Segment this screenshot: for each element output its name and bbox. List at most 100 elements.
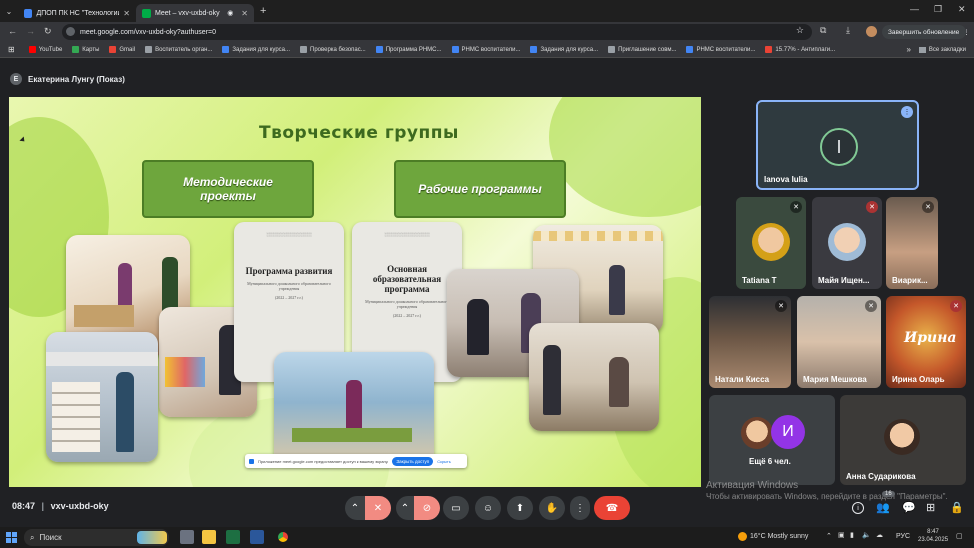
box-methodical-projects: Методические проекты: [142, 160, 314, 218]
participant-tile-irina[interactable]: Ирина ✕ Ирина Оларь: [886, 296, 966, 388]
box-work-programs: Рабочие программы: [394, 160, 566, 218]
site-info-icon[interactable]: [66, 27, 75, 36]
activities-icon[interactable]: ⊞: [926, 501, 935, 514]
participant-tile-natali[interactable]: ✕ Натали Кисса: [709, 296, 791, 388]
chevron-up-icon[interactable]: ⌃: [826, 532, 832, 540]
camera-options-button[interactable]: ⌃: [396, 496, 414, 520]
audio-playing-icon[interactable]: ◉: [227, 9, 233, 17]
participant-tile-maya[interactable]: ✕ Майя Ищен...: [812, 197, 882, 289]
participant-tile-maria[interactable]: ✕ Мария Мешкова: [797, 296, 881, 388]
language-indicator[interactable]: РУС: [896, 533, 910, 540]
reload-icon[interactable]: ↻: [44, 26, 52, 37]
present-screen-button[interactable]: ⬆: [507, 496, 533, 520]
network-icon[interactable]: ▣: [838, 531, 845, 539]
participant-name: Tatiana T: [742, 276, 777, 285]
separator: |: [41, 501, 45, 511]
minimize-icon[interactable]: —: [910, 4, 919, 14]
back-icon[interactable]: ←: [8, 26, 17, 36]
more-options-button[interactable]: ⋮: [570, 496, 590, 520]
participant-tile-anna[interactable]: Анна Сударикова: [840, 395, 966, 485]
bookmark-star-icon[interactable]: ☆: [796, 25, 804, 36]
bookmark-item[interactable]: Карты: [72, 46, 99, 53]
excel-icon[interactable]: [226, 530, 240, 544]
people-button[interactable]: 👥 16: [876, 491, 895, 514]
more-bookmarks-icon[interactable]: »: [906, 45, 910, 54]
all-bookmarks[interactable]: Все закладки: [918, 46, 966, 53]
task-view-icon[interactable]: [180, 530, 194, 544]
bookmark-item[interactable]: Воспитатель орган...: [145, 46, 212, 53]
chrome-icon[interactable]: [276, 530, 290, 544]
bookmark-label: Приглашение совм...: [618, 46, 677, 53]
maximize-icon[interactable]: ❐: [934, 4, 942, 15]
bookmark-label: Проверка безопас...: [310, 46, 366, 53]
raise-hand-button[interactable]: ✋: [539, 496, 565, 520]
mic-toggle-button[interactable]: ✕: [365, 496, 391, 520]
bookmark-item[interactable]: РНМС воспитатели...: [686, 46, 755, 53]
emoji-button[interactable]: ☺: [475, 496, 501, 520]
doc-subtitle: Муниципального дошкольного образовательн…: [365, 298, 449, 310]
meeting-info: 08:47 | vxv-uxbd-oky: [12, 501, 109, 511]
captions-button[interactable]: ▭: [443, 496, 469, 520]
more-participants-tile[interactable]: И Ещё 6 чел.: [709, 395, 835, 485]
close-window-icon[interactable]: ✕: [958, 4, 966, 15]
participant-name: Ianova Iulia: [764, 175, 808, 184]
bookmark-label: YouTube: [38, 46, 63, 53]
meeting-details-icon[interactable]: i: [852, 502, 864, 514]
leave-call-button[interactable]: ☎: [594, 496, 630, 520]
bookmark-favicon-icon: [145, 46, 153, 53]
bookmark-item[interactable]: Проверка безопас...: [300, 46, 366, 53]
volume-icon[interactable]: 🔈: [862, 531, 871, 539]
profile-avatar[interactable]: [866, 26, 877, 37]
bookmark-item[interactable]: Задания для курса...: [222, 46, 290, 53]
stop-sharing-button[interactable]: Закрыть доступ: [392, 456, 434, 466]
bookmark-label: Gmail: [119, 46, 136, 53]
download-icon[interactable]: ⤓: [846, 25, 850, 36]
more-menu-icon[interactable]: ⋮: [963, 28, 970, 36]
bookmark-item[interactable]: 15.77% - Антиплаги...: [765, 46, 835, 53]
bookmark-item[interactable]: YouTube: [28, 46, 63, 53]
participant-tile-ianova[interactable]: I Ianova Iulia ⋮: [756, 100, 919, 190]
avatar: Е: [10, 73, 22, 85]
new-tab-button[interactable]: +: [260, 5, 266, 17]
person-figure: [467, 299, 489, 355]
cloud-icon[interactable]: ☁: [876, 531, 883, 539]
participant-tile-viarik[interactable]: ✕ Виарик...: [886, 197, 938, 289]
close-icon[interactable]: ✕: [241, 9, 248, 18]
url-text: meet.google.com/vxv-uxbd-oky?authuser=0: [80, 28, 216, 36]
camera-toggle-button[interactable]: ⊘: [414, 496, 440, 520]
battery-icon[interactable]: ▮: [850, 531, 854, 539]
notification-icon[interactable]: ▢: [956, 532, 963, 540]
update-button[interactable]: Завершить обновление ⋮: [882, 25, 970, 39]
shared-screen: Творческие группы Методические проекты Р…: [9, 97, 701, 487]
bookmark-favicon-icon: [686, 46, 694, 53]
bookmark-favicon-icon: [530, 46, 538, 53]
file-explorer-icon[interactable]: [202, 530, 216, 544]
close-icon[interactable]: ✕: [123, 9, 130, 18]
clock[interactable]: 8:47 23.04.2025: [918, 529, 948, 545]
table-shape: [292, 428, 412, 442]
bookmark-item[interactable]: Задания для курса...: [530, 46, 598, 53]
start-button[interactable]: [6, 532, 17, 543]
forward-icon[interactable]: →: [26, 26, 35, 36]
person-figure: [609, 357, 629, 407]
participant-tile-tatiana[interactable]: ✕ Tatiana T: [736, 197, 806, 289]
host-controls-icon[interactable]: 🔒: [950, 501, 964, 514]
clock-date: 23.04.2025: [918, 536, 949, 543]
bookmark-item[interactable]: Программа РНМС...: [375, 46, 442, 53]
tab-dpop[interactable]: ДПОП ПК НС "Технологии ра ✕: [18, 4, 136, 22]
mic-options-button[interactable]: ⌃: [345, 496, 365, 520]
word-icon[interactable]: [250, 530, 264, 544]
extensions-icon[interactable]: ⧉: [820, 25, 826, 36]
bookmark-item[interactable]: Gmail: [109, 46, 135, 53]
apps-icon[interactable]: ⊞: [8, 45, 15, 54]
bookmark-item[interactable]: Приглашение совм...: [608, 46, 676, 53]
taskbar-search[interactable]: ⌕ Поиск: [24, 529, 169, 546]
chat-icon[interactable]: 💬: [902, 501, 916, 514]
address-input[interactable]: meet.google.com/vxv-uxbd-oky?authuser=0 …: [62, 24, 812, 40]
tab-list-button[interactable]: ⌄: [0, 7, 18, 16]
hide-link[interactable]: Скрыть: [437, 459, 451, 464]
bookmark-favicon-icon: [375, 46, 383, 53]
bookmark-item[interactable]: РНМС воспитатели...: [451, 46, 520, 53]
weather-widget[interactable]: 16°C Mostly sunny: [738, 532, 808, 541]
tab-meet[interactable]: Meet – vxv-uxbd-oky ◉ ✕: [136, 4, 254, 22]
